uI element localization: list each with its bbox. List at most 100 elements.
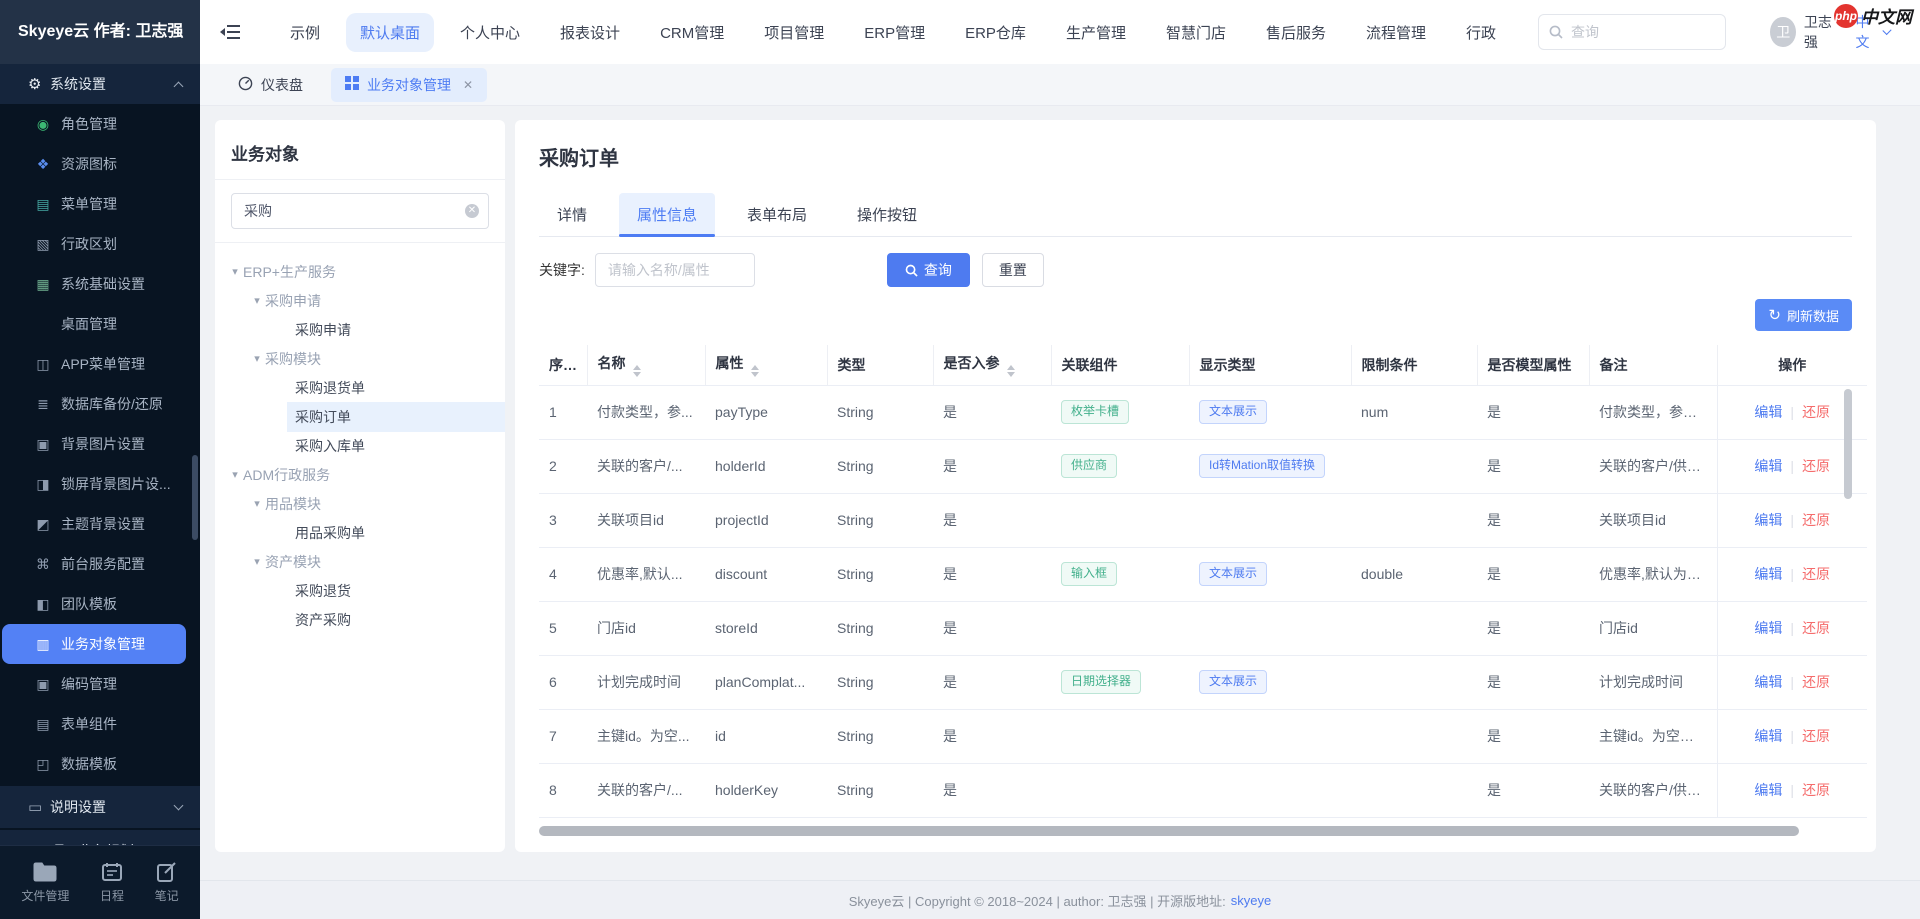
nav-item-CRM管理[interactable]: CRM管理: [646, 13, 738, 52]
edit-link[interactable]: 编辑: [1754, 674, 1782, 690]
sidebar-item-系统基础设置[interactable]: ▦系统基础设置: [0, 264, 200, 304]
sidebar-item-行政区划[interactable]: ▧行政区划: [0, 224, 200, 264]
nav-item-售后服务[interactable]: 售后服务: [1252, 13, 1340, 52]
edit-link[interactable]: 编辑: [1754, 566, 1782, 582]
sidebar-item-资源图标[interactable]: ❖资源图标: [0, 144, 200, 184]
horizontal-scrollbar[interactable]: [539, 826, 1799, 836]
sidebar-footer-notes[interactable]: 笔记: [155, 862, 179, 904]
global-search-input[interactable]: 查询: [1538, 14, 1726, 50]
restore-link[interactable]: 还原: [1802, 674, 1830, 690]
sidebar-item-数据模板[interactable]: ◰数据模板: [0, 744, 200, 784]
nav-item-智慧门店[interactable]: 智慧门店: [1152, 13, 1240, 52]
restore-link[interactable]: 还原: [1802, 458, 1830, 474]
collapse-menu-icon[interactable]: [220, 24, 240, 40]
sidebar-footer-label: 笔记: [155, 887, 179, 904]
sidebar-item-业务对象管理[interactable]: ▥业务对象管理: [2, 624, 186, 664]
tree-group-采购模块[interactable]: ▾采购模块: [215, 344, 505, 373]
caret-down-icon[interactable]: ▾: [249, 555, 265, 568]
sidebar-item-锁屏背景图片设...[interactable]: ◨锁屏背景图片设...: [0, 464, 200, 504]
column-header-in_param[interactable]: 是否入参: [933, 345, 1051, 385]
restore-link[interactable]: 还原: [1802, 404, 1830, 420]
nav-item-默认桌面[interactable]: 默认桌面: [346, 13, 434, 52]
sidebar-item-角色管理[interactable]: ◉角色管理: [0, 104, 200, 144]
vertical-scrollbar[interactable]: [1844, 389, 1852, 499]
search-button[interactable]: 查询: [887, 253, 970, 287]
divider: [215, 179, 505, 180]
edit-link[interactable]: 编辑: [1754, 782, 1782, 798]
column-header-name[interactable]: 名称: [587, 345, 705, 385]
sidebar-item-表单组件[interactable]: ▤表单组件: [0, 704, 200, 744]
sidebar-item-团队模板[interactable]: ◧团队模板: [0, 584, 200, 624]
nav-item-项目管理[interactable]: 项目管理: [750, 13, 838, 52]
sidebar-scrollbar[interactable]: [192, 455, 198, 540]
tree-group-资产模块[interactable]: ▾资产模块: [215, 547, 505, 576]
restore-link[interactable]: 还原: [1802, 620, 1830, 636]
restore-link[interactable]: 还原: [1802, 782, 1830, 798]
caret-down-icon[interactable]: ▾: [227, 468, 243, 481]
tab-业务对象管理[interactable]: 业务对象管理✕: [331, 68, 487, 102]
tree-group-采购申请[interactable]: ▾采购申请: [215, 286, 505, 315]
caret-down-icon[interactable]: ▾: [249, 294, 265, 307]
sort-icon[interactable]: [751, 365, 759, 377]
nav-item-个人中心[interactable]: 个人中心: [446, 13, 534, 52]
sort-icon[interactable]: [633, 365, 641, 377]
sidebar-footer-file-manager[interactable]: 文件管理: [21, 862, 69, 904]
detail-tab-表单布局[interactable]: 表单布局: [729, 193, 825, 236]
nav-item-行政[interactable]: 行政: [1452, 13, 1510, 52]
sidebar-item-桌面管理[interactable]: 桌面管理: [0, 304, 200, 344]
nav-item-流程管理[interactable]: 流程管理: [1352, 13, 1440, 52]
tree-group-用品模块[interactable]: ▾用品模块: [215, 489, 505, 518]
close-icon[interactable]: ✕: [463, 78, 473, 92]
sidebar-item-APP菜单管理[interactable]: ◫APP菜单管理: [0, 344, 200, 384]
nav-item-报表设计[interactable]: 报表设计: [546, 13, 634, 52]
sidebar-footer-schedule[interactable]: 日程: [100, 862, 124, 904]
sidebar-item-数据库备份/还原[interactable]: ≣数据库备份/还原: [0, 384, 200, 424]
display-type-tag: Id转Mation取值转换: [1199, 454, 1325, 478]
edit-link[interactable]: 编辑: [1754, 458, 1782, 474]
tree-leaf-采购订单[interactable]: 采购订单: [215, 402, 505, 431]
tree-leaf-采购入库单[interactable]: 采购入库单: [215, 431, 505, 460]
edit-link[interactable]: 编辑: [1754, 620, 1782, 636]
tree-leaf-用品采购单[interactable]: 用品采购单: [215, 518, 505, 547]
reset-button[interactable]: 重置: [982, 253, 1044, 287]
clear-icon[interactable]: ✕: [465, 204, 479, 218]
nav-item-示例[interactable]: 示例: [276, 13, 334, 52]
edit-link[interactable]: 编辑: [1754, 728, 1782, 744]
sidebar-group-system-settings[interactable]: ⚙ 系统设置: [0, 64, 200, 104]
sidebar-item-菜单管理[interactable]: ▤菜单管理: [0, 184, 200, 224]
edit-link[interactable]: 编辑: [1754, 404, 1782, 420]
caret-down-icon[interactable]: ▾: [249, 497, 265, 510]
caret-down-icon[interactable]: ▾: [227, 265, 243, 278]
restore-link[interactable]: 还原: [1802, 566, 1830, 582]
sidebar-item-背景图片设置[interactable]: ▣背景图片设置: [0, 424, 200, 464]
nav-item-生产管理[interactable]: 生产管理: [1052, 13, 1140, 52]
tree-search-input[interactable]: [231, 193, 489, 229]
detail-tab-属性信息[interactable]: 属性信息: [619, 193, 715, 236]
restore-link[interactable]: 还原: [1802, 728, 1830, 744]
tab-仪表盘[interactable]: 仪表盘: [224, 68, 317, 102]
sidebar-group-说明设置[interactable]: ▭说明设置: [0, 786, 200, 828]
tree-group-ADM行政服务[interactable]: ▾ADM行政服务: [215, 460, 505, 489]
detail-tab-操作按钮[interactable]: 操作按钮: [839, 193, 935, 236]
sidebar-item-主题背景设置[interactable]: ◩主题背景设置: [0, 504, 200, 544]
tree-leaf-采购退货单[interactable]: 采购退货单: [215, 373, 505, 402]
sidebar-item-编码管理[interactable]: ▣编码管理: [0, 664, 200, 704]
tree-group-ERP+生产服务[interactable]: ▾ERP+生产服务: [215, 257, 505, 286]
sort-icon[interactable]: [1007, 365, 1015, 377]
column-header-attr[interactable]: 属性: [705, 345, 827, 385]
keyword-input[interactable]: [595, 253, 755, 287]
sidebar-item-前台服务配置[interactable]: ⌘前台服务配置: [0, 544, 200, 584]
refresh-data-button[interactable]: ↻ 刷新数据: [1755, 299, 1852, 331]
restore-link[interactable]: 还原: [1802, 512, 1830, 528]
tree-leaf-采购申请[interactable]: 采购申请: [215, 315, 505, 344]
tree-leaf-采购退货[interactable]: 采购退货: [215, 576, 505, 605]
tree-leaf-资产采购[interactable]: 资产采购: [215, 605, 505, 634]
cell-remark: 付款类型，参考#P...: [1589, 385, 1717, 439]
user-menu[interactable]: 卫 卫志强: [1770, 12, 1839, 52]
nav-item-ERP仓库[interactable]: ERP仓库: [951, 13, 1040, 52]
edit-link[interactable]: 编辑: [1754, 512, 1782, 528]
detail-tab-详情[interactable]: 详情: [539, 193, 605, 236]
opensource-link[interactable]: skyeye: [1231, 893, 1271, 908]
caret-down-icon[interactable]: ▾: [249, 352, 265, 365]
nav-item-ERP管理[interactable]: ERP管理: [850, 13, 939, 52]
